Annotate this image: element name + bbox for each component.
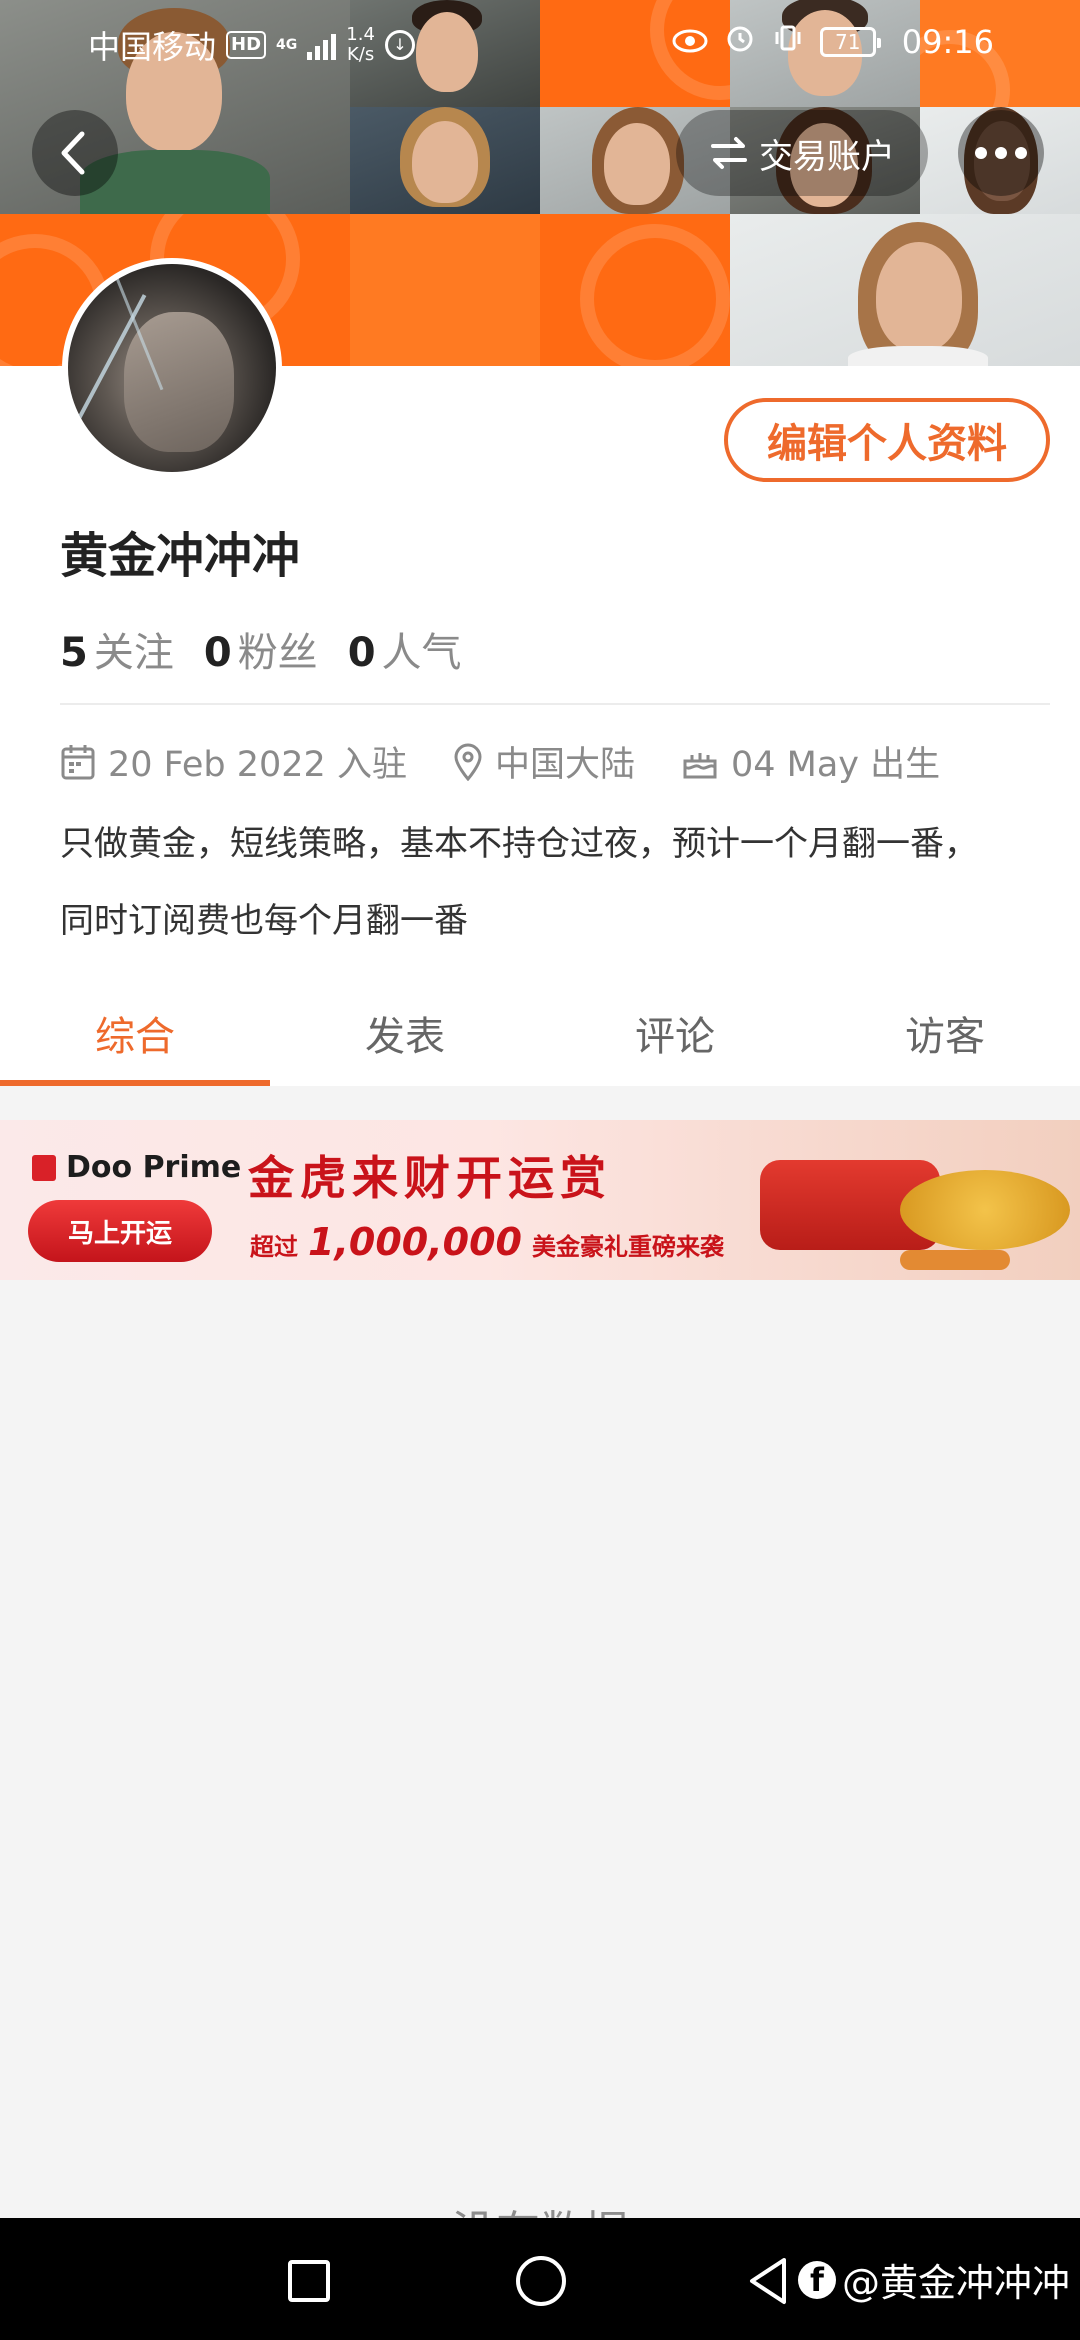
status-bar: 中国移动 HD 4G 1.4 K/s ↓ 71 09:16 — [0, 0, 1080, 80]
watermark-text: @黄金冲冲冲 — [841, 2261, 1070, 2305]
profile-bio: 只做黄金，短线策略，基本不持仓过夜，预计一个月翻一番， 同时订阅费也每个月翻一番 — [60, 806, 1050, 960]
vibrate-icon — [772, 22, 804, 62]
location: 中国大陆 — [494, 745, 635, 785]
nav-back-button[interactable] — [746, 2256, 790, 2306]
cover-photo-tile — [730, 214, 1080, 366]
ad-tiger-image — [900, 1250, 1010, 1270]
ad-gold-ingot-image — [900, 1170, 1070, 1250]
trade-account-button[interactable]: 交易账户 — [676, 110, 928, 196]
edit-profile-button[interactable]: 编辑个人资料 — [724, 398, 1050, 482]
divider — [60, 703, 1050, 705]
cover-pattern-tile — [540, 214, 730, 366]
tab-comments[interactable]: 评论 — [540, 976, 810, 1086]
birthday: 04 May 出生 — [730, 745, 941, 785]
network-speed: 1.4 K/s — [346, 24, 375, 65]
location-pin-icon — [454, 743, 482, 781]
ad-brand-logo: Doo Prime — [32, 1150, 241, 1185]
username: 黄金冲冲冲 — [60, 528, 301, 584]
ad-sub-prefix: 超过 — [250, 1233, 298, 1261]
network-type: 4G — [276, 37, 298, 53]
bio-line: 同时订阅费也每个月翻一番 — [60, 901, 468, 941]
ad-brand-name: Doo Prime — [66, 1150, 242, 1185]
trade-account-label: 交易账户 — [759, 136, 895, 177]
ad-sub-suffix: 美金豪礼重磅来袭 — [531, 1233, 724, 1261]
stat-popularity: 0 人气 — [348, 620, 462, 678]
ad-subtitle: 超过 1,000,000 美金豪礼重磅来袭 — [250, 1220, 724, 1264]
stat-label: 粉丝 — [237, 630, 318, 676]
signal-strength-icon — [307, 30, 337, 60]
stat-value: 0 — [203, 630, 232, 676]
stat-value: 5 — [60, 630, 88, 676]
clock: 09:16 — [901, 23, 994, 61]
avatar[interactable] — [62, 258, 282, 478]
profile-page: 中国移动 HD 4G 1.4 K/s ↓ 71 09:16 交易账户 编辑个人资… — [0, 0, 1080, 2340]
hd-icon: HD — [226, 31, 267, 59]
watermark: f @黄金冲冲冲 — [797, 2252, 1070, 2307]
birthday-cake-icon — [683, 752, 717, 778]
dot-icon — [975, 147, 987, 159]
ad-banner[interactable]: Doo Prime 马上开运 金虎来财开运赏 超过 1,000,000 美金豪礼… — [0, 1120, 1080, 1280]
stat-value: 0 — [347, 630, 376, 676]
bio-line: 只做黄金，短线策略，基本不持仓过夜，预计一个月翻一番， — [60, 824, 978, 864]
ad-cta-button[interactable]: 马上开运 — [28, 1200, 212, 1262]
profile-meta: 20 Feb 2022 入驻 中国大陆 04 May 出生 — [60, 736, 940, 787]
tab-overview[interactable]: 综合 — [0, 976, 270, 1086]
brand-mark-icon — [32, 1154, 56, 1181]
recent-apps-button[interactable] — [288, 2260, 330, 2302]
ad-sub-amount: 1,000,000 — [308, 1220, 522, 1264]
battery-icon: 71 — [819, 27, 881, 57]
more-options-button[interactable] — [958, 110, 1044, 196]
profile-stats: 5 关注 0 粉丝 0 人气 — [60, 620, 462, 678]
system-nav-bar: f @黄金冲冲冲 — [0, 2218, 1080, 2340]
cover-photo-tile — [350, 107, 540, 214]
stat-label: 人气 — [381, 630, 462, 676]
download-icon: ↓ — [384, 30, 415, 60]
dot-icon — [1015, 147, 1027, 159]
dot-icon — [995, 147, 1007, 159]
cover-pattern-tile — [350, 214, 540, 366]
calendar-icon — [61, 744, 95, 779]
stat-label: 关注 — [93, 630, 174, 676]
home-button[interactable] — [516, 2256, 566, 2306]
eye-icon — [672, 23, 708, 61]
back-button[interactable] — [32, 110, 118, 196]
social-logo-icon: f — [797, 2260, 836, 2299]
swap-arrows-icon — [711, 137, 747, 169]
tab-visitors[interactable]: 访客 — [810, 976, 1080, 1086]
carrier-name: 中国移动 — [88, 28, 217, 66]
tab-posts[interactable]: 发表 — [270, 976, 540, 1086]
ad-title: 金虎来财开运赏 — [248, 1151, 612, 1205]
alarm-icon — [724, 22, 756, 62]
chevron-left-icon — [61, 131, 85, 175]
profile-tabs: 综合 发表 评论 访客 — [0, 976, 1080, 1086]
stat-following[interactable]: 5 关注 — [60, 620, 174, 678]
stat-followers[interactable]: 0 粉丝 — [204, 620, 318, 678]
join-date: 20 Feb 2022 入驻 — [108, 745, 407, 785]
avatar-image — [68, 264, 276, 472]
